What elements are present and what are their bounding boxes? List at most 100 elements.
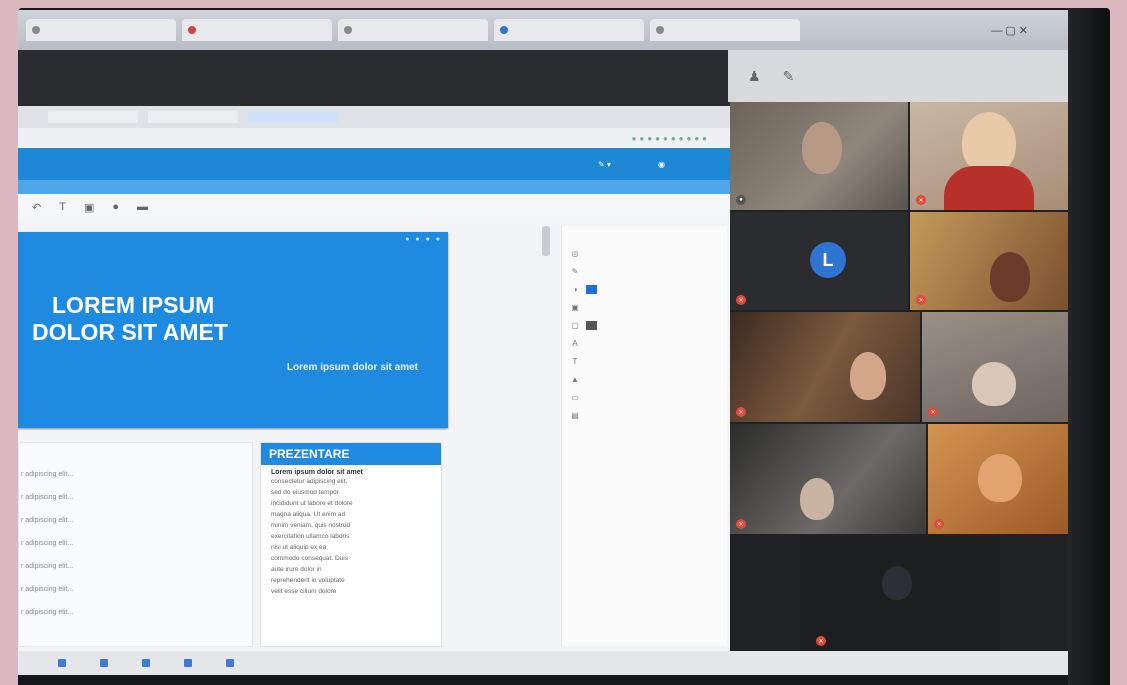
list-item: r adipiscing elit... (21, 563, 74, 570)
browser-tab[interactable] (494, 19, 644, 41)
participant-name: ✕ (736, 295, 746, 305)
taskbar-item[interactable] (184, 659, 192, 667)
app-icon (184, 659, 192, 667)
participant-grid: ● ✕ L ✕ ✕ ✕ ✕ ✕ ✕ ✕ (730, 102, 1068, 651)
chat-icon[interactable]: ✎ (783, 68, 795, 85)
slide-subtitle: Lorem ipsum dolor sit amet (286, 362, 418, 373)
share-button: ✎ ▾ (598, 159, 611, 169)
participant-tile[interactable]: L ✕ (730, 212, 908, 310)
outline-list: r adipiscing elit... r adipiscing elit..… (18, 442, 253, 647)
properties-panel: ◎ ✎ ◑ ▣ ▢ A T ▲ ▭ ▤ (561, 226, 727, 646)
participant-tile[interactable]: ✕ (910, 212, 1068, 310)
layout-icon: ▭ (571, 392, 579, 402)
presentation-panel: PREZENTARE Lorem ipsum dolor sit amet co… (260, 442, 442, 647)
presentation-line: exercitation ullamco laboris (271, 533, 350, 540)
participant-tile[interactable]: ✕ (730, 312, 920, 422)
inner-tab (248, 111, 338, 123)
participant-video (850, 352, 886, 400)
image-icon: ▣ (571, 302, 579, 312)
color-swatch (586, 284, 597, 294)
app-icon (142, 659, 150, 667)
property-row: ▤ (562, 406, 727, 424)
app-header: ✎ ▾ ◉ (18, 148, 730, 180)
meeting-controls: ♟ ✎ (728, 50, 1068, 102)
property-row: A (562, 334, 727, 352)
inner-browser-tabs (18, 106, 730, 128)
participant-tile[interactable]: ● (730, 102, 908, 210)
participant-tile[interactable]: ✕ (800, 536, 1000, 651)
scrollbar (542, 226, 550, 256)
align-icon: ▲ (571, 374, 579, 384)
presentation-line: incididunt ut labore et dolore (271, 500, 353, 507)
property-row: ▣ (562, 298, 727, 316)
slide-preview: ● ● ● ● LOREM IPSUM DOLOR SIT AMET Lorem… (18, 232, 448, 428)
properties-header (562, 226, 727, 236)
inner-address-bar: ●●●●●●●●●● (18, 128, 730, 148)
mic-off-icon: ✕ (736, 295, 746, 305)
participant-name: ✕ (916, 195, 926, 205)
browser-tab[interactable] (338, 19, 488, 41)
participant-video (882, 566, 912, 600)
app-icon (226, 659, 234, 667)
participant-tile[interactable]: ✕ (910, 102, 1068, 210)
taskbar (18, 651, 1068, 675)
border-icon: ▢ (571, 320, 579, 330)
window-controls[interactable]: — ▢ ✕ (991, 24, 1028, 37)
browser-tab[interactable] (26, 19, 176, 41)
brush-icon: ✎ (571, 266, 579, 276)
screen: — ▢ ✕ ♟ ✎ ●●●●●●●●●● ✎ ▾ ◉ ↶ T ▣ ● ▬ ● ●… (18, 10, 1068, 675)
palette-icon: ◑ (572, 284, 578, 294)
participant-name: ✕ (816, 636, 826, 646)
participant-name: ✕ (736, 519, 746, 529)
taskbar-item[interactable] (226, 659, 234, 667)
participant-name: ✕ (934, 519, 944, 529)
participant-video (800, 478, 834, 520)
tab-favicon-icon (188, 26, 196, 34)
comment-icon: ▬ (137, 201, 149, 213)
participant-clothing (944, 166, 1034, 210)
mic-off-icon: ✕ (916, 295, 926, 305)
property-row: ▢ (562, 316, 727, 334)
list-item: r adipiscing elit... (21, 494, 74, 501)
meeting-top-bar: ♟ ✎ (18, 50, 1068, 102)
slide-title-line2: DOLOR SIT AMET (32, 319, 228, 345)
property-row: ▲ (562, 370, 727, 388)
participant-video (990, 252, 1030, 302)
list-item: r adipiscing elit... (21, 609, 74, 616)
participant-avatar: L (810, 242, 846, 278)
presentation-heading: PREZENTARE (261, 443, 441, 465)
taskbar-item[interactable] (100, 659, 108, 667)
taskbar-item[interactable] (142, 659, 150, 667)
mic-off-icon: ✕ (928, 407, 938, 417)
participant-video (978, 454, 1022, 502)
browser-tab[interactable] (650, 19, 800, 41)
account-button: ◉ (658, 159, 665, 169)
list-item: r adipiscing elit... (21, 586, 74, 593)
mic-off-icon: ✕ (916, 195, 926, 205)
participant-video (802, 122, 842, 174)
presentation-line: nisi ut aliquip ex ea (271, 544, 327, 551)
property-row: ◑ (562, 280, 727, 298)
participant-tile[interactable]: ✕ (928, 424, 1068, 534)
taskbar-item[interactable] (58, 659, 66, 667)
participant-tile[interactable]: ✕ (730, 424, 926, 534)
property-row: ▭ (562, 388, 727, 406)
shape-icon: ● (112, 201, 120, 213)
property-row: T (562, 352, 727, 370)
property-row: ✎ (562, 262, 727, 280)
participant-tile[interactable]: ✕ (922, 312, 1068, 422)
monitor: — ▢ ✕ ♟ ✎ ●●●●●●●●●● ✎ ▾ ◉ ↶ T ▣ ● ▬ ● ●… (18, 8, 1110, 685)
presentation-line: sed do eiusmod tempor (271, 489, 339, 496)
slide-title: LOREM IPSUM DOLOR SIT AMET (32, 292, 228, 346)
mic-off-icon: ✕ (816, 636, 826, 646)
participant-video (972, 362, 1016, 406)
inner-tab (148, 111, 238, 123)
list-item: r adipiscing elit... (21, 540, 74, 547)
browser-tab[interactable] (182, 19, 332, 41)
app-icon (100, 659, 108, 667)
participants-icon[interactable]: ♟ (748, 68, 761, 85)
tab-favicon-icon (500, 26, 508, 34)
presentation-line: minim veniam, quis nostrud (271, 522, 351, 529)
mic-off-icon: ✕ (736, 519, 746, 529)
tab-favicon-icon (32, 26, 40, 34)
